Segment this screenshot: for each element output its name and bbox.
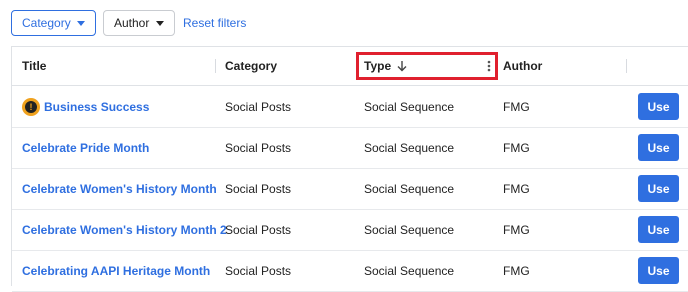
category-cell: Social Posts <box>225 181 292 196</box>
type-cell: Social Sequence <box>364 263 455 278</box>
category-cell: Social Posts <box>225 99 292 114</box>
reset-filters-link[interactable]: Reset filters <box>183 16 246 30</box>
title-cell: Celebrate Pride Month <box>22 127 149 168</box>
use-button[interactable]: Use <box>638 134 679 161</box>
column-divider[interactable] <box>626 59 627 73</box>
use-button[interactable]: Use <box>638 257 679 284</box>
title-cell: ! Business Success <box>22 86 149 127</box>
author-cell: FMG <box>503 222 530 237</box>
column-divider[interactable] <box>215 59 216 73</box>
author-cell: FMG <box>503 99 530 114</box>
category-cell: Social Posts <box>225 222 292 237</box>
author-filter-label: Author <box>114 16 150 30</box>
filter-bar: Category Author Reset filters <box>11 10 246 36</box>
category-cell: Social Posts <box>225 263 292 278</box>
table-row: ! Business Success Social Posts Social S… <box>12 86 688 128</box>
table-header: Title Category Type Author <box>12 47 688 86</box>
title-link[interactable]: Business Success <box>44 100 149 114</box>
warning-icon: ! <box>22 97 40 116</box>
author-filter-button[interactable]: Author <box>103 10 175 36</box>
templates-table: Title Category Type Author ! Business Su… <box>11 46 688 292</box>
header-author[interactable]: Author <box>503 47 542 85</box>
category-filter-button[interactable]: Category <box>11 10 96 36</box>
header-category[interactable]: Category <box>225 47 277 85</box>
title-cell: Celebrate Women's History Month 2 <box>22 209 227 250</box>
author-cell: FMG <box>503 263 530 278</box>
author-cell: FMG <box>503 181 530 196</box>
title-cell: Celebrate Women's History Month <box>22 168 217 209</box>
title-link[interactable]: Celebrate Women's History Month <box>22 182 217 196</box>
chevron-down-icon <box>156 20 164 26</box>
table-row: Celebrating AAPI Heritage Month Social P… <box>12 250 688 292</box>
title-link[interactable]: Celebrate Pride Month <box>22 141 149 155</box>
use-button[interactable]: Use <box>638 175 679 202</box>
category-cell: Social Posts <box>225 140 292 155</box>
use-button[interactable]: Use <box>638 216 679 243</box>
table-row: Celebrate Women's History Month Social P… <box>12 168 688 210</box>
type-column-highlight-box <box>356 52 498 80</box>
type-cell: Social Sequence <box>364 140 455 155</box>
chevron-down-icon <box>77 20 85 26</box>
header-title[interactable]: Title <box>22 47 46 85</box>
type-cell: Social Sequence <box>364 181 455 196</box>
title-link[interactable]: Celebrate Women's History Month 2 <box>22 223 227 237</box>
category-filter-label: Category <box>22 16 71 30</box>
title-link[interactable]: Celebrating AAPI Heritage Month <box>22 264 210 278</box>
type-cell: Social Sequence <box>364 99 455 114</box>
author-cell: FMG <box>503 140 530 155</box>
use-button[interactable]: Use <box>638 93 679 120</box>
table-row: Celebrate Women's History Month 2 Social… <box>12 209 688 251</box>
title-cell: Celebrating AAPI Heritage Month <box>22 250 210 291</box>
table-row: Celebrate Pride Month Social Posts Socia… <box>12 127 688 169</box>
type-cell: Social Sequence <box>364 222 455 237</box>
